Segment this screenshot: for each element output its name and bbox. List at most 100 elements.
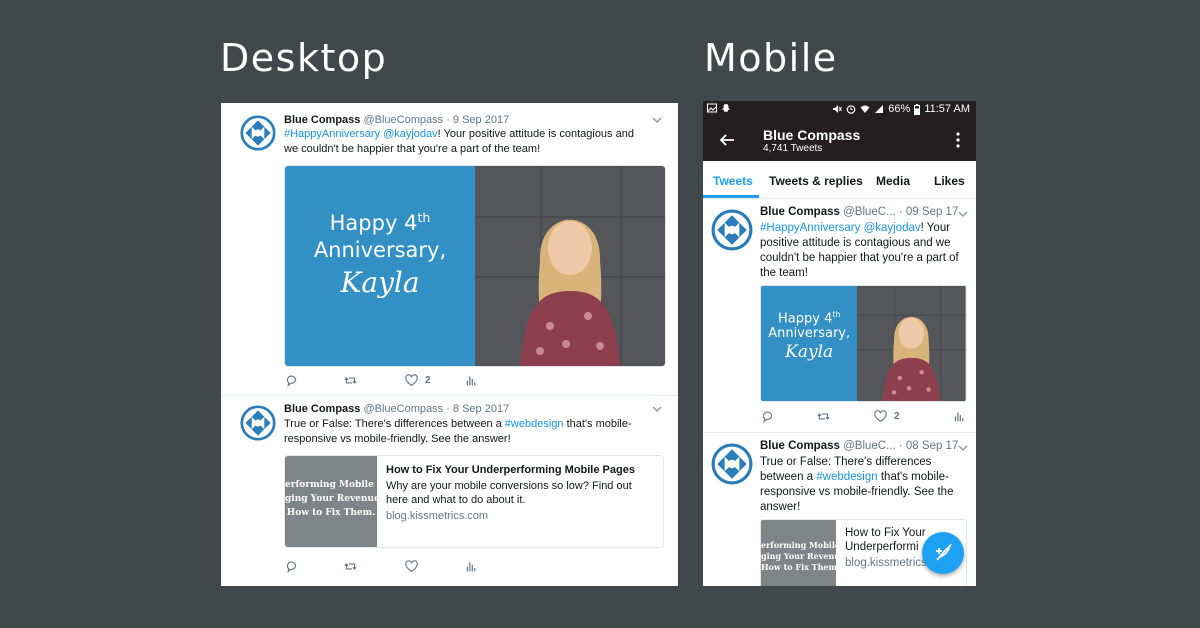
card-url: blog.kissmetrics.com (386, 510, 489, 522)
reply-action[interactable] (761, 409, 774, 423)
graphic-script-name: Kayla (340, 266, 420, 299)
author-name[interactable]: Blue Compass (760, 440, 840, 452)
author-name[interactable]: Blue Compass (760, 206, 840, 218)
blue-compass-logo-avatar[interactable] (711, 209, 753, 251)
hashtag-link[interactable]: #webdesign (505, 418, 564, 430)
author-handle[interactable]: @BlueC... (843, 206, 896, 218)
tweet-actions: 2 (761, 409, 966, 423)
snapchat-icon (722, 104, 730, 112)
tab-tweets-replies[interactable]: Tweets & replies (769, 174, 863, 188)
like-action[interactable]: 2 (405, 373, 431, 387)
battery-icon (914, 103, 921, 115)
overflow-menu-icon[interactable] (956, 132, 960, 148)
tweet-date[interactable]: · 8 Sep 2017 (446, 403, 509, 415)
tweet-header: Blue Compass @BlueCompass · 9 Sep 2017 (284, 114, 509, 126)
tab-media[interactable]: Media (876, 174, 910, 188)
author-handle[interactable]: @BlueCompass (363, 114, 443, 126)
chevron-down-icon[interactable] (958, 209, 968, 219)
mention-link[interactable]: @kayjodav (864, 222, 921, 234)
chevron-down-icon[interactable] (652, 115, 662, 125)
mobile-screen: 66% 11:57 AM Blue Compass 4,741 Tweets T… (703, 101, 976, 586)
reply-action[interactable] (285, 559, 298, 573)
profile-name: Blue Compass (763, 127, 861, 143)
tweet-image[interactable]: Happy 4th Anniversary, Kayla (284, 165, 666, 367)
card-thumbnail: erforming Mobile Pa ging Your Revenue. H… (761, 520, 836, 586)
blue-compass-logo-avatar[interactable] (240, 115, 276, 151)
chevron-down-icon[interactable] (958, 443, 968, 453)
tweet-header: Blue Compass @BlueC... · 08 Sep 17 (760, 440, 958, 452)
blue-compass-logo-avatar[interactable] (711, 443, 753, 485)
analytics-icon (465, 560, 478, 573)
analytics-action[interactable] (953, 409, 966, 423)
analytics-action[interactable] (465, 373, 478, 387)
graphic-line-1: Happy 4th (778, 310, 841, 327)
reply-action[interactable] (285, 373, 298, 387)
thumbnail-text: erforming Mobile Pa ging Your Revenue. H… (285, 480, 377, 518)
reply-icon (285, 560, 298, 573)
retweet-icon (344, 374, 357, 387)
retweet-icon (817, 410, 830, 423)
desktop-timeline: Blue Compass @BlueCompass · 9 Sep 2017 #… (221, 103, 678, 586)
graphic-script-name: Kayla (785, 342, 834, 362)
mute-icon (833, 105, 843, 113)
card-thumbnail: erforming Mobile Pa ging Your Revenue. H… (285, 456, 377, 547)
hashtag-link[interactable]: #webdesign (816, 471, 877, 483)
tweet-header: Blue Compass @BlueC... · 09 Sep 17 (760, 206, 958, 218)
tweet-date: · 09 Sep 17 (898, 206, 959, 218)
profile-tabs: Tweets Tweets & replies Media Likes (703, 162, 976, 199)
graphic-line-1: Happy 4th (329, 210, 431, 235)
tweet-date[interactable]: · 9 Sep 2017 (446, 114, 509, 126)
mention-link[interactable]: @kayjodav (383, 128, 438, 140)
back-arrow-icon[interactable] (719, 132, 735, 148)
tweet[interactable]: Blue Compass @BlueCompass · 9 Sep 2017 #… (221, 103, 678, 396)
analytics-action[interactable] (465, 559, 478, 573)
card-body: How to Fix Your Underperforming Mobile P… (386, 464, 654, 522)
anniversary-graphic: Happy 4th Anniversary, Kayla (285, 166, 475, 366)
tweet-text: #HappyAnniversary @kayjodav! Your positi… (284, 127, 649, 157)
woman-portrait-photo (475, 166, 665, 366)
author-name[interactable]: Blue Compass (284, 403, 360, 415)
image-notification-icon (707, 103, 717, 113)
thumbnail-text: erforming Mobile Pa ging Your Revenue. H… (761, 540, 836, 572)
like-action[interactable]: 2 (874, 409, 900, 423)
hashtag-link[interactable]: #HappyAnniversary (284, 128, 380, 140)
graphic-line-2: Anniversary, (768, 326, 851, 341)
blue-compass-logo-avatar[interactable] (240, 405, 276, 441)
tab-tweets[interactable]: Tweets (713, 174, 753, 188)
tweet[interactable]: Blue Compass @BlueC... · 09 Sep 17 #Happ… (703, 199, 976, 433)
retweet-action[interactable] (817, 409, 830, 423)
tab-likes[interactable]: Likes (934, 174, 965, 188)
author-name[interactable]: Blue Compass (284, 114, 360, 126)
like-count: 2 (425, 374, 431, 386)
retweet-icon (344, 560, 357, 573)
tweet-image[interactable]: Happy 4th Anniversary, Kayla (760, 285, 967, 402)
tweet-header: Blue Compass @BlueCompass · 8 Sep 2017 (284, 403, 509, 415)
clock-time: 11:57 AM (924, 103, 970, 115)
chevron-down-icon[interactable] (652, 404, 662, 414)
heart-icon (405, 560, 418, 573)
tweet-text: True or False: There's differences betwe… (284, 418, 632, 445)
reply-icon (285, 374, 298, 387)
card-description: Why are your mobile conversions so low? … (386, 480, 632, 506)
heart-icon (405, 374, 418, 387)
like-count: 2 (894, 410, 900, 422)
compose-tweet-button[interactable] (922, 532, 964, 574)
graphic-line-2: Anniversary, (313, 238, 447, 262)
alarm-icon (846, 105, 856, 114)
retweet-action[interactable] (344, 559, 357, 573)
link-card[interactable]: erforming Mobile Pa ging Your Revenue. H… (284, 455, 664, 548)
woman-portrait-photo (857, 286, 966, 401)
tweet[interactable]: Blue Compass @BlueCompass · 8 Sep 2017 T… (221, 395, 678, 586)
like-action[interactable] (405, 559, 418, 573)
hashtag-link[interactable]: #HappyAnniversary (760, 222, 860, 234)
signal-icon (875, 105, 884, 113)
wifi-icon (860, 105, 870, 113)
author-handle[interactable]: @BlueC... (843, 440, 896, 452)
active-tab-indicator (703, 195, 759, 198)
desktop-heading: Desktop (220, 36, 388, 80)
tweet-text: True or False: There's differences betwe… (760, 456, 954, 513)
reply-icon (761, 410, 774, 423)
author-handle[interactable]: @BlueCompass (363, 403, 443, 415)
retweet-action[interactable] (344, 373, 357, 387)
status-bar: 66% 11:57 AM (703, 101, 976, 119)
